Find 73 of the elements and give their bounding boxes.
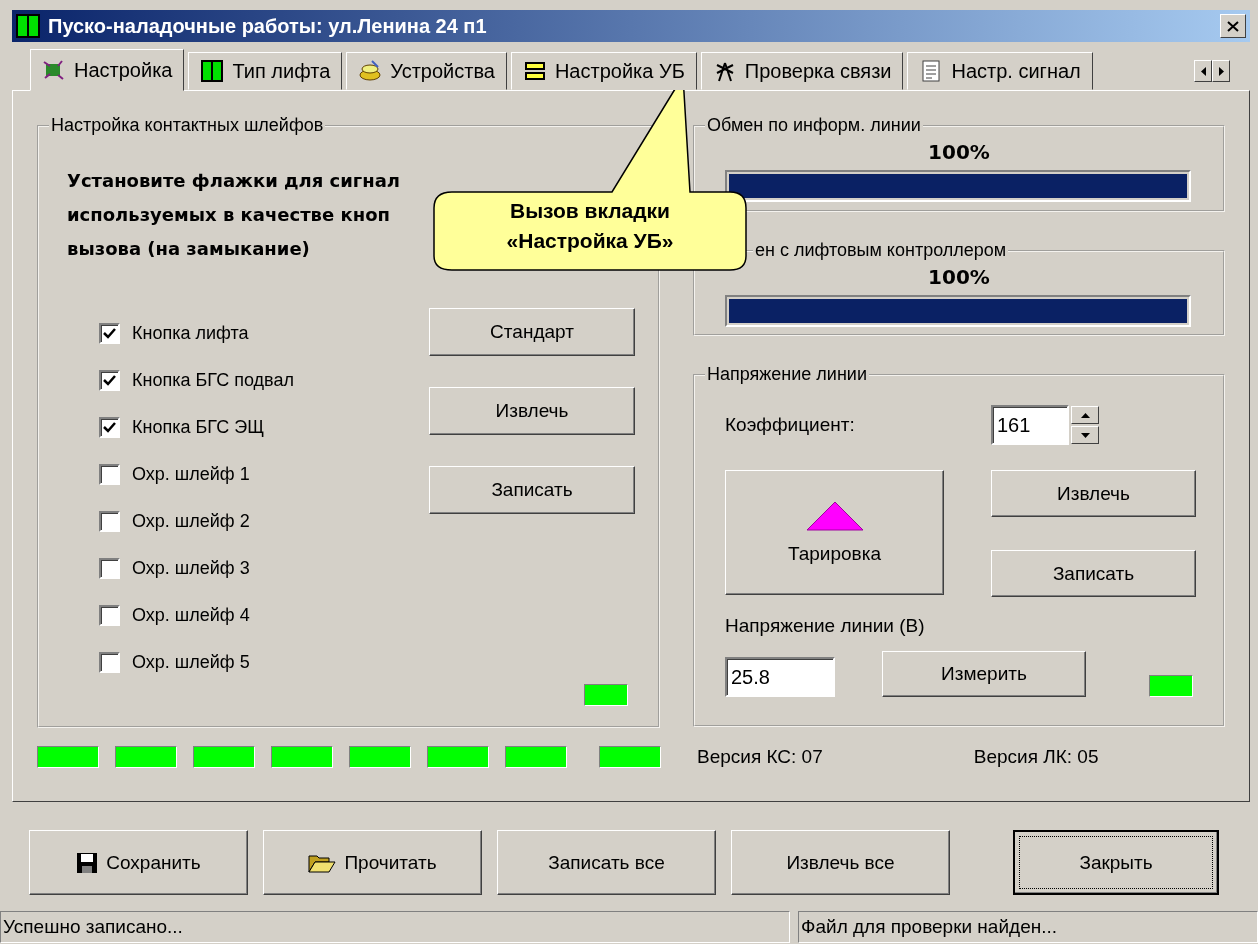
checkbox-label: Охр. шлейф 1 xyxy=(132,463,250,485)
spin-up-button[interactable] xyxy=(1071,406,1099,424)
progress-reading: 100% xyxy=(927,140,991,164)
checkbox[interactable] xyxy=(99,604,120,626)
measure-button[interactable]: Измерить xyxy=(882,651,1086,697)
voltage-field[interactable]: 25.8 xyxy=(725,657,835,697)
checkbox-label: Кнопка БГС ЭЩ xyxy=(132,416,265,438)
instruction-text: вызова (на замыкание) xyxy=(67,237,310,261)
right-arrow-icon xyxy=(1218,66,1224,76)
action-button[interactable]: Извлечь xyxy=(429,387,635,435)
checkmark-icon xyxy=(103,421,116,433)
checkbox[interactable] xyxy=(99,463,120,485)
checkbox[interactable] xyxy=(99,510,120,532)
instruction-text: Установите флажки для сигнал xyxy=(67,169,401,193)
tab[interactable]: Тип лифта xyxy=(188,52,343,90)
version-text: Версия КС: 07 xyxy=(697,746,823,768)
checkbox[interactable] xyxy=(99,322,120,344)
footer-button[interactable]: Извлечь все xyxy=(731,830,950,895)
spin-down-button[interactable] xyxy=(1071,426,1099,444)
stacked-bars-icon xyxy=(522,59,547,83)
checkbox-label: Охр. шлейф 2 xyxy=(132,510,250,532)
version-text: Версия ЛК: 05 xyxy=(973,746,1099,768)
checkbox[interactable] xyxy=(99,369,120,391)
coefficient-field[interactable]: 161 xyxy=(991,405,1069,445)
app-icon xyxy=(16,14,40,38)
footer-button[interactable]: Закрыть xyxy=(1013,830,1219,895)
group-title: Напряжение линии xyxy=(706,364,868,385)
checkbox[interactable] xyxy=(99,557,120,579)
window-title: Пуско-наладочные работы: ул.Ленина 24 п1 xyxy=(48,14,488,38)
voltage-label: Напряжение линии (В) xyxy=(725,615,926,637)
tab[interactable]: Настр. сигнал xyxy=(907,52,1093,90)
down-arrow-icon xyxy=(1080,432,1090,438)
double-bar-icon xyxy=(200,59,225,83)
footer-button[interactable]: Записать все xyxy=(497,830,716,895)
group-title: Обмен по информ. линии xyxy=(706,115,922,136)
checkmark-icon xyxy=(103,374,116,386)
action-button[interactable]: Стандарт xyxy=(429,308,635,356)
checkbox-label: Охр. шлейф 5 xyxy=(132,651,250,673)
checkmark-icon xyxy=(103,327,116,339)
left-arrow-icon xyxy=(1200,66,1206,76)
up-arrow-icon xyxy=(1080,412,1090,418)
close-icon xyxy=(1227,20,1239,32)
tab[interactable]: Настройка xyxy=(30,49,185,91)
footer-button[interactable]: Сохранить xyxy=(29,830,248,895)
group-title: Настройка контактных шлейфов xyxy=(50,115,325,136)
checkbox[interactable] xyxy=(99,651,120,673)
close-button[interactable] xyxy=(1220,14,1246,38)
progress-reading: 100% xyxy=(927,265,991,289)
status-text: Успешно записано... xyxy=(0,911,790,943)
calibration-button[interactable]: Тарировка xyxy=(725,470,944,595)
tab[interactable]: Настройка УБ xyxy=(510,52,697,90)
checkbox[interactable] xyxy=(99,416,120,438)
chip-icon xyxy=(42,58,66,82)
callout-text: Вызов вкладки xyxy=(509,198,670,224)
checkbox-label: Охр. шлейф 3 xyxy=(132,557,250,579)
action-button[interactable]: Записать xyxy=(991,550,1196,597)
tab[interactable]: Проверка связи xyxy=(700,52,904,90)
action-button[interactable]: Записать xyxy=(429,466,635,514)
cylinder-icon xyxy=(358,59,383,83)
action-button[interactable]: Извлечь xyxy=(991,470,1196,517)
callout-text: «Настройка УБ» xyxy=(506,228,674,254)
status-text: Файл для проверки найден... xyxy=(798,911,1258,943)
tab[interactable]: Устройства xyxy=(346,52,507,90)
triangle-icon xyxy=(805,500,864,531)
instruction-text: используемых в качестве кноп xyxy=(67,203,390,227)
scroll-left-button[interactable] xyxy=(1194,60,1212,82)
footer-button[interactable]: Прочитать xyxy=(263,830,482,895)
checkbox-label: Кнопка лифта xyxy=(132,322,249,344)
group-title: ен с лифтовым контроллером xyxy=(754,240,1008,261)
checkbox-label: Охр. шлейф 4 xyxy=(132,604,250,626)
checkbox-label: Кнопка БГС подвал xyxy=(132,369,294,391)
scroll-right-button[interactable] xyxy=(1212,60,1230,82)
coefficient-label: Коэффициент: xyxy=(725,414,856,436)
